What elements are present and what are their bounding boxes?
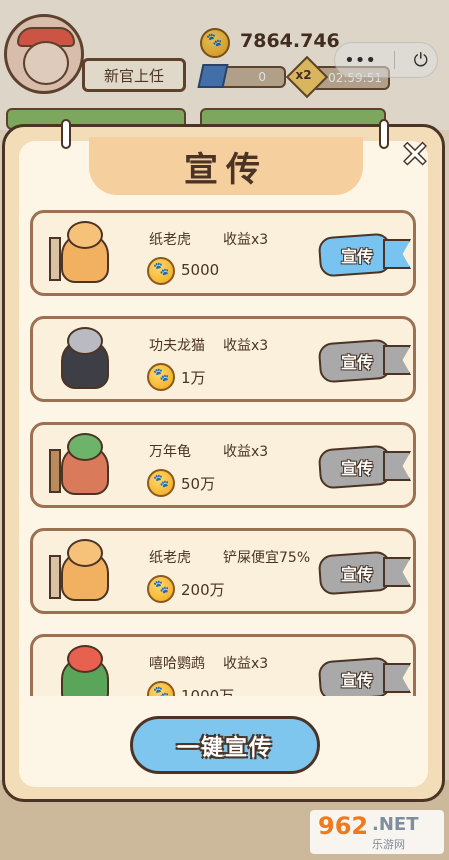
pet-name: 万年龟 <box>149 444 191 460</box>
pet-ancient-turtle-icon <box>49 431 119 501</box>
promote-button-tail <box>383 345 411 375</box>
pet-head <box>67 221 103 249</box>
pet-price: 200万 <box>181 581 225 599</box>
promote-button-tail <box>383 557 411 587</box>
pet-name: 纸老虎 <box>149 232 191 248</box>
scratch-post <box>49 555 61 599</box>
promote-button-label: 宣传 <box>340 671 373 690</box>
watermark-cn: 乐游网 <box>372 838 405 851</box>
pet-paper-tiger-icon <box>49 219 119 289</box>
close-button[interactable]: ✕ <box>398 138 432 174</box>
pet-price: 50万 <box>181 475 216 493</box>
promote-button[interactable]: 宣传 <box>317 229 413 283</box>
pet-head <box>67 327 103 355</box>
promote-all-label: 一键宣传 <box>176 736 273 761</box>
pet-name: 纸老虎 <box>149 550 191 566</box>
pet-bonus: 收益x3 <box>223 232 269 248</box>
binder-ring-right <box>379 119 389 149</box>
list-item: 纸老虎 收益x3 5000 宣传 <box>30 210 416 296</box>
watermark-number: 962 <box>318 812 369 840</box>
pet-kungfu-chinchilla-icon <box>49 325 119 395</box>
coin-icon <box>147 363 175 391</box>
pet-name: 嘻哈鹦鹉 <box>149 656 205 672</box>
pet-bonus: 收益x3 <box>223 444 269 460</box>
pet-hiphop-parrot-icon <box>49 643 119 696</box>
promote-button[interactable]: 宣传 <box>317 547 413 601</box>
pet-bonus: 铲屎便宜75% <box>223 550 311 566</box>
promote-button[interactable]: 宣传 <box>317 441 413 495</box>
pet-head <box>67 433 103 461</box>
coin-icon <box>147 257 175 285</box>
coin-icon <box>147 575 175 603</box>
binder-ring-left <box>61 119 71 149</box>
coin-icon <box>147 469 175 497</box>
list-item: 万年龟 收益x3 50万 宣传 <box>30 422 416 508</box>
pet-paper-tiger-icon <box>49 537 119 607</box>
list-item: 嘻哈鹦鹉 收益x3 1000万 宣传 <box>30 634 416 696</box>
pet-price: 5000 <box>181 261 220 279</box>
promotion-list[interactable]: 纸老虎 收益x3 5000 宣传 功夫龙猫 收益x3 1万 宣传 万年龟 <box>30 210 418 696</box>
site-watermark: 962 .NET 乐游网 <box>310 810 444 854</box>
promote-button[interactable]: 宣传 <box>317 653 413 696</box>
pet-name: 功夫龙猫 <box>149 338 205 354</box>
pet-head <box>67 645 103 673</box>
list-item: 功夫龙猫 收益x3 1万 宣传 <box>30 316 416 402</box>
panel-header-tab: 宣传 <box>89 137 363 195</box>
list-item: 纸老虎 铲屎便宜75% 200万 宣传 <box>30 528 416 614</box>
promote-button-tail <box>383 451 411 481</box>
promote-button-label: 宣传 <box>340 353 373 372</box>
promote-button[interactable]: 宣传 <box>317 335 413 389</box>
pet-bonus: 收益x3 <box>223 656 269 672</box>
coin-icon <box>147 681 175 696</box>
promote-button-tail <box>383 663 411 693</box>
rocking-chair <box>49 449 61 493</box>
scratch-post <box>49 237 61 281</box>
watermark-net: .NET <box>372 814 419 835</box>
promote-button-label: 宣传 <box>340 459 373 478</box>
pet-price: 1万 <box>181 369 206 387</box>
promote-button-label: 宣传 <box>340 247 373 266</box>
promote-all-button[interactable]: 一键宣传 <box>130 716 320 774</box>
promote-button-tail <box>383 239 411 269</box>
pet-head <box>67 539 103 567</box>
promote-button-label: 宣传 <box>340 565 373 584</box>
panel-title: 宣传 <box>184 149 268 190</box>
pet-bonus: 收益x3 <box>223 338 269 354</box>
pet-price: 1000万 <box>181 687 235 696</box>
